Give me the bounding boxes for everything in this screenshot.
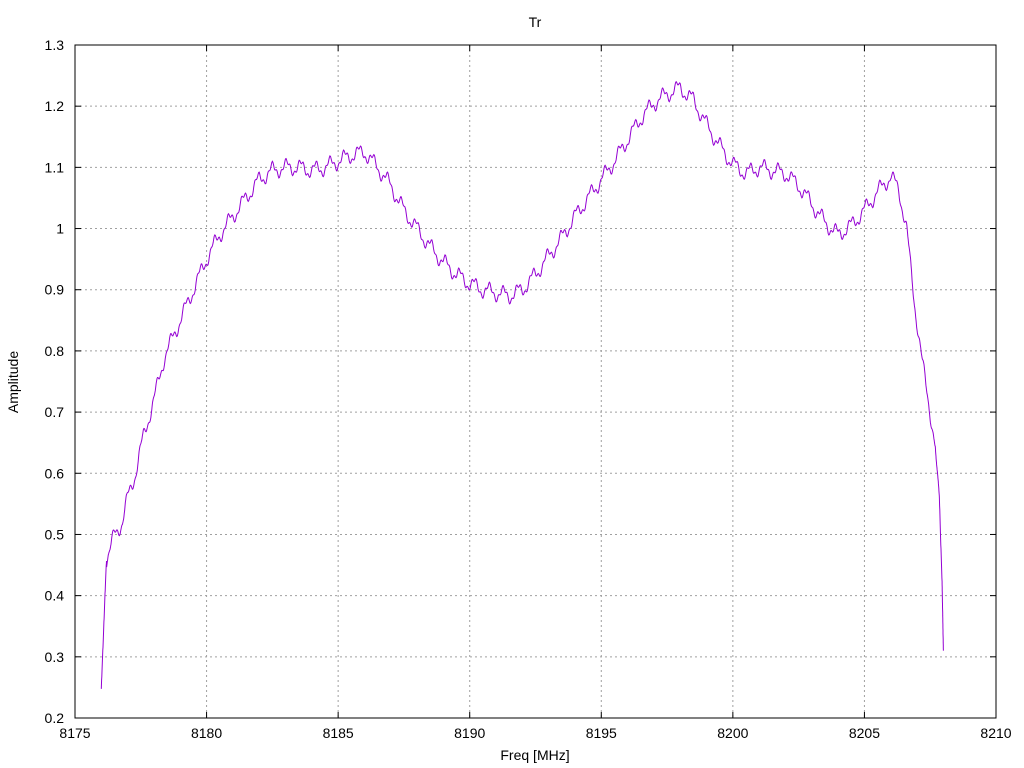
y-tick-label: 0.6 [45,465,65,481]
y-axis-label: Amplitude [5,351,21,413]
x-tick-label: 8205 [849,725,880,741]
y-tick-label: 0.7 [45,404,65,420]
x-tick-label: 8185 [323,725,354,741]
chart-title: Tr [529,14,542,30]
y-tick-label: 1.2 [45,98,65,114]
y-tick-label: 0.8 [45,343,65,359]
x-tick-label: 8210 [980,725,1011,741]
y-tick-label: 1.3 [45,37,65,53]
y-tick-label: 0.3 [45,649,65,665]
y-tick-label: 1.1 [45,159,65,175]
x-axis-label: Freq [MHz] [500,747,569,763]
chart-background [0,0,1024,768]
x-tick-label: 8175 [59,725,90,741]
y-tick-label: 1 [56,221,64,237]
x-tick-label: 8195 [586,725,617,741]
y-tick-label: 0.5 [45,526,65,542]
y-tick-label: 0.2 [45,710,65,726]
x-tick-label: 8200 [717,725,748,741]
y-tick-label: 0.4 [45,588,65,604]
chart: 8175 8180 8185 8190 8195 8200 8205 8210 0.2 0.3 0.… [0,0,1024,768]
x-tick-label: 8180 [191,725,222,741]
x-tick-label: 8190 [454,725,485,741]
y-tick-label: 0.9 [45,282,65,298]
